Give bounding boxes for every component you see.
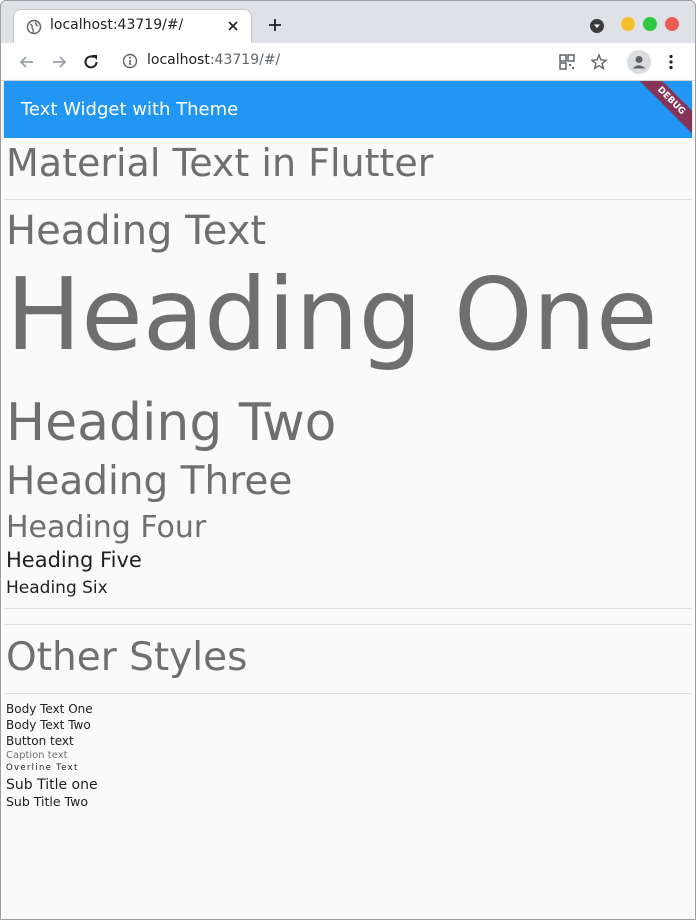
app-bar-title: Text Widget with Theme xyxy=(21,99,239,120)
forward-icon[interactable] xyxy=(49,52,69,72)
body-text-two: Body Text Two xyxy=(6,718,91,732)
minimize-button[interactable] xyxy=(621,17,635,31)
person-icon xyxy=(632,56,646,69)
caption-text: Caption text xyxy=(6,750,68,761)
divider xyxy=(4,608,692,609)
profile-avatar[interactable] xyxy=(627,50,651,74)
url-path: :43719/#/ xyxy=(209,52,281,68)
browser-toolbar: localhost:43719/#/ xyxy=(1,43,695,81)
tab-strip: localhost:43719/#/ xyxy=(1,1,695,43)
maximize-button[interactable] xyxy=(643,17,657,31)
button-text: Button text xyxy=(6,734,74,748)
heading-five: Heading Five xyxy=(6,548,142,572)
tab-search-icon[interactable] xyxy=(589,18,605,34)
reload-icon[interactable] xyxy=(81,52,101,72)
tab-title: localhost:43719/#/ xyxy=(50,17,184,33)
heading-six: Heading Six xyxy=(6,578,108,598)
heading-two: Heading Two xyxy=(6,393,337,453)
subtitle-two: Sub Title Two xyxy=(6,794,88,809)
app-bar: Text Widget with Theme DEBUG xyxy=(4,81,692,138)
new-tab-icon[interactable] xyxy=(265,15,285,35)
info-icon[interactable] xyxy=(122,53,138,69)
bookmark-star-icon[interactable] xyxy=(589,52,609,72)
other-styles-heading: Other Styles xyxy=(6,635,248,680)
address-bar[interactable]: localhost:43719/#/ xyxy=(147,52,280,68)
heading-text: Heading Text xyxy=(6,208,267,254)
debug-banner: DEBUG xyxy=(626,81,692,138)
close-window-button[interactable] xyxy=(665,17,679,31)
heading-one: Heading One xyxy=(6,256,658,373)
menu-dots-icon[interactable] xyxy=(661,52,681,72)
page-content: Material Text in Flutter Heading Text He… xyxy=(4,138,692,919)
subtitle-one: Sub Title one xyxy=(6,777,98,793)
divider xyxy=(4,624,692,625)
heading-three: Heading Three xyxy=(6,459,293,504)
divider xyxy=(4,199,692,200)
overline-text: Overline Text xyxy=(6,763,79,773)
close-icon[interactable] xyxy=(225,16,241,36)
url-host: localhost xyxy=(147,52,210,68)
page-heading: Material Text in Flutter xyxy=(6,141,434,185)
qr-code-icon[interactable] xyxy=(557,52,577,72)
browser-tab[interactable]: localhost:43719/#/ xyxy=(13,9,252,43)
divider xyxy=(4,693,692,694)
browser-window: localhost:43719/#/ localhost:43719/#/ Te… xyxy=(0,0,696,920)
back-icon[interactable] xyxy=(17,52,37,72)
globe-icon xyxy=(26,19,42,35)
body-text-one: Body Text One xyxy=(6,702,93,716)
heading-four: Heading Four xyxy=(6,510,207,545)
